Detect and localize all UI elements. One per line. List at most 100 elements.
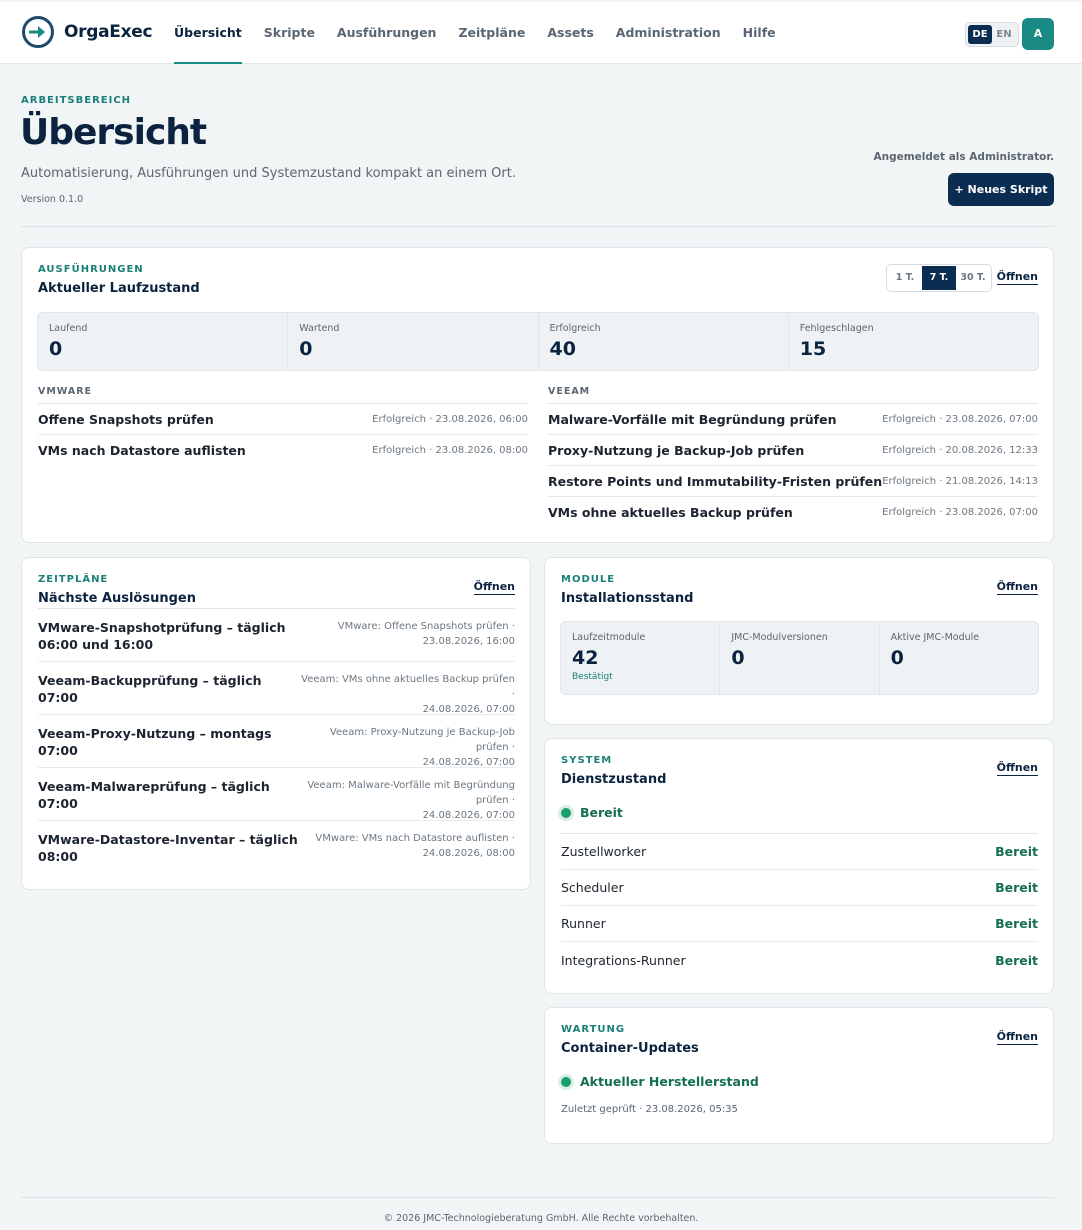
stat-label: Erfolgreich [549, 323, 601, 334]
range-7-days-button[interactable]: 7 T. [922, 266, 956, 290]
stat-value: 40 [549, 338, 576, 360]
service-row: Runner Bereit [561, 906, 1038, 942]
schedule-row[interactable]: VMware-Datastore-Inventar – täglich 08:0… [38, 821, 515, 874]
run-name: Offene Snapshots prüfen [38, 411, 214, 427]
system-open-link[interactable]: Öffnen [996, 761, 1038, 776]
schedule-name: Veeam-Malwareprüfung – täglich 07:00 [38, 779, 270, 811]
schedule-script: VMware: VMs nach Datastore auflisten · [315, 833, 515, 844]
lang-de-button[interactable]: DE [968, 25, 992, 44]
stat-running: Laufend 0 [38, 313, 289, 370]
nav-item-skripte[interactable]: Skripte [253, 2, 326, 64]
runs-card: AUSFÜHRUNGEN Aktueller Laufzustand 1 T. … [21, 247, 1054, 543]
system-eyebrow: SYSTEM [561, 755, 613, 766]
stat-jmc-module-versions: JMC-Modulversionen 0 [720, 622, 880, 694]
schedule-row[interactable]: Veeam-Malwareprüfung – täglich 07:00 Vee… [38, 768, 515, 821]
schedule-row[interactable]: VMware-Snapshotprüfung – täglich 06:00 u… [38, 609, 515, 662]
range-30-days-button[interactable]: 30 T. [956, 266, 990, 290]
runs-eyebrow: AUSFÜHRUNGEN [38, 264, 144, 275]
run-meta: Erfolgreich · 21.08.2026, 14:13 [882, 475, 1039, 487]
modules-title: Installationsstand [561, 591, 694, 606]
nav-item-assets[interactable]: Assets [536, 2, 604, 64]
schedule-next-run: 24.08.2026, 07:00 [422, 810, 515, 821]
footer-copyright: © 2026 JMC-Technologieberatung GmbH. All… [383, 1213, 699, 1224]
service-row: Zustellworker Bereit [561, 834, 1038, 870]
run-group-heading: VMWARE [38, 386, 528, 404]
run-name: Malware-Vorfälle mit Begründung prüfen [548, 411, 837, 427]
schedule-next-run: 24.08.2026, 07:00 [422, 704, 515, 715]
schedules-open-link[interactable]: Öffnen [473, 580, 515, 595]
run-group-vmware: VMWARE Offene Snapshots prüfen Erfolgrei… [38, 386, 528, 466]
stat-waiting: Wartend 0 [288, 313, 539, 370]
nav-item-ausfuehrungen[interactable]: Ausführungen [326, 2, 448, 64]
schedule-next-run: 24.08.2026, 08:00 [422, 848, 515, 859]
schedule-name: VMware-Snapshotprüfung – täglich 06:00 u… [38, 620, 286, 652]
schedule-meta: Veeam: VMs ohne aktuelles Backup prüfen … [301, 672, 515, 715]
stat-value: 0 [731, 647, 745, 669]
schedule-list: VMware-Snapshotprüfung – täglich 06:00 u… [38, 608, 515, 874]
run-row[interactable]: Offene Snapshots prüfen Erfolgreich · 23… [38, 404, 528, 435]
page-eyebrow: ARBEITSBEREICH [21, 95, 132, 106]
schedule-meta: VMware: Offene Snapshots prüfen · 23.08.2… [301, 619, 515, 661]
nav-item-zeitplaene[interactable]: Zeitpläne [447, 2, 536, 64]
nav-item-uebersicht[interactable]: Übersicht [163, 2, 253, 64]
schedule-name: Veeam-Backupprüfung – täglich 07:00 [38, 673, 262, 705]
new-script-button[interactable]: + Neues Skript [948, 173, 1054, 206]
runs-title: Aktueller Laufzustand [38, 281, 200, 296]
range-1-day-button[interactable]: 1 T. [888, 266, 922, 290]
stat-label: Aktive JMC-Module [890, 632, 980, 643]
run-row[interactable]: Malware-Vorfälle mit Begründung prüfen E… [548, 404, 1038, 435]
last-checked-label: Zuletzt geprüft · 23.08.2026, 05:35 [561, 1104, 738, 1115]
run-group-veeam: VEEAM Malware-Vorfälle mit Begründung pr… [548, 386, 1038, 528]
brand[interactable]: OrgaExec [22, 16, 153, 48]
run-meta: Erfolgreich · 23.08.2026, 08:00 [372, 445, 528, 456]
schedule-script: VMware: Offene Snapshots prüfen · [337, 621, 515, 632]
runs-open-link[interactable]: Öffnen [996, 270, 1038, 285]
run-row[interactable]: Proxy-Nutzung je Backup-Job prüfen Erfol… [548, 435, 1038, 466]
modules-open-link[interactable]: Öffnen [996, 580, 1038, 595]
schedules-card: ZEITPLÄNE Nächste Auslösungen Öffnen VMw… [21, 557, 531, 890]
page-subtitle: Automatisierung, Ausführungen und System… [21, 166, 516, 181]
stat-label: JMC-Modulversionen [731, 632, 828, 643]
service-name: Runner [561, 916, 606, 931]
service-name: Zustellworker [561, 844, 647, 859]
run-group-heading: VEEAM [548, 386, 1038, 404]
status-dot-icon [561, 807, 571, 818]
service-list: Zustellworker Bereit Scheduler Bereit Ru… [561, 833, 1038, 978]
nav-item-administration[interactable]: Administration [605, 2, 732, 64]
schedule-row[interactable]: Veeam-Backupprüfung – täglich 07:00 Veea… [38, 662, 515, 715]
language-switch: DE EN [965, 22, 1019, 47]
run-name: VMs ohne aktuelles Backup prüfen [548, 505, 793, 520]
stat-value: 0 [890, 647, 904, 669]
stat-label: Wartend [299, 323, 340, 334]
stat-successful: Erfolgreich 40 [539, 313, 789, 370]
stat-label: Laufend [49, 323, 88, 334]
user-avatar[interactable]: A [1022, 18, 1054, 50]
run-row[interactable]: Restore Points und Immutability-Fristen … [548, 466, 1038, 497]
run-name: VMs nach Datastore auflisten [38, 443, 246, 458]
run-row[interactable]: VMs ohne aktuelles Backup prüfen Erfolgr… [548, 497, 1038, 528]
nav-item-hilfe[interactable]: Hilfe [732, 2, 787, 64]
main-nav: Übersicht Skripte Ausführungen Zeitpläne… [163, 2, 787, 64]
schedules-eyebrow: ZEITPLÄNE [38, 574, 109, 585]
schedules-title: Nächste Auslösungen [38, 591, 196, 606]
run-meta: Erfolgreich · 23.08.2026, 06:00 [372, 413, 528, 425]
status-dot-icon [561, 1076, 571, 1087]
orgaexec-logo-icon [22, 16, 54, 48]
maintenance-card: WARTUNG Container-Updates Öffnen Aktuell… [544, 1007, 1054, 1144]
service-name: Scheduler [561, 880, 624, 895]
lang-en-button[interactable]: EN [992, 25, 1016, 44]
stat-label: Laufzeitmodule [572, 632, 646, 643]
version-label: Version 0.1.0 [21, 194, 84, 205]
logged-in-label: Angemeldet als Administrator. [873, 151, 1055, 163]
schedule-script: Veeam: VMs ohne aktuelles Backup prüfen … [301, 674, 515, 700]
schedule-next-run: 24.08.2026, 07:00 [422, 757, 515, 768]
schedule-row[interactable]: Veeam-Proxy-Nutzung – montags 07:00 Veea… [38, 715, 515, 768]
status-text: Bereit [580, 805, 623, 820]
maintenance-open-link[interactable]: Öffnen [996, 1030, 1038, 1045]
run-row[interactable]: VMs nach Datastore auflisten Erfolgreich… [38, 435, 528, 466]
run-meta: Erfolgreich · 20.08.2026, 12:33 [882, 444, 1038, 456]
schedule-meta: VMware: VMs nach Datastore auflisten · 24… [301, 831, 515, 874]
stat-runtime-modules: Laufzeitmodule 42 Bestätigt [561, 622, 721, 694]
status-text: Aktueller Herstellerstand [580, 1074, 759, 1089]
stat-value: 0 [49, 338, 63, 360]
